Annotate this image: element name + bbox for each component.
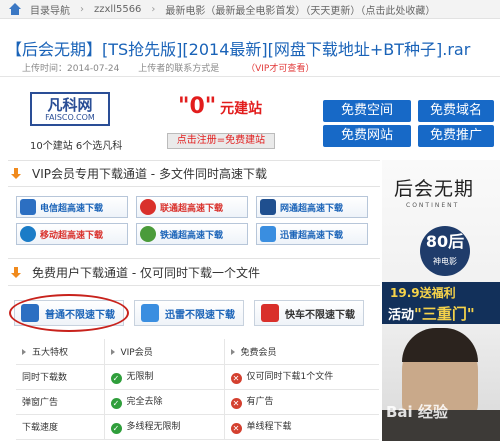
breadcrumb-item-nav[interactable]: 目录导航 — [30, 2, 70, 17]
privilege-table: 五大特权 VIP会员 免费会员 同时下载数 ✓ 无限制 ✕ 仅可同时下载1个文件 弹… — [16, 339, 379, 440]
zero-headline: "0" 元建站 — [178, 94, 262, 119]
cross-icon: ✕ — [230, 398, 242, 409]
poster-promo-line-2: 活动"三重门" — [388, 303, 475, 324]
divider — [0, 76, 500, 77]
mobile-download-button[interactable]: 移动超高速下载 — [16, 223, 128, 245]
netcom-icon — [260, 199, 276, 215]
button-label: 电信超高速下载 — [40, 203, 104, 214]
poster-title: 后会无期 — [394, 178, 475, 200]
movie-poster-ad[interactable]: 后会无期 CONTINENT 80后 神电影 19.9送福利 活动"三重门" — [382, 160, 500, 441]
breadcrumb-separator: › — [151, 3, 156, 15]
section-divider — [8, 285, 380, 286]
breadcrumb-item-user[interactable]: zzxll5566 — [94, 4, 141, 15]
table-header: 五大特权 — [16, 339, 104, 365]
vip-value: ✓ 多线程无限制 — [103, 414, 224, 440]
check-icon: ✓ — [110, 398, 122, 409]
check-icon: ✓ — [110, 423, 122, 434]
telecom-icon — [20, 199, 36, 215]
free-domain-button[interactable]: 免费域名 — [418, 100, 494, 122]
free-value: ✕ 仅可同时下载1个文件 — [223, 364, 379, 390]
zero-number: "0" — [178, 94, 217, 119]
railcom-icon — [140, 226, 156, 242]
telecom-download-button[interactable]: 电信超高速下载 — [16, 196, 128, 218]
free-space-button[interactable]: 免费空间 — [323, 100, 411, 122]
table-row: 同时下载数 ✓ 无限制 ✕ 仅可同时下载1个文件 — [16, 364, 379, 390]
home-icon[interactable] — [8, 3, 22, 15]
badge-text: 神电影 — [433, 257, 457, 266]
zero-text: 元建站 — [220, 101, 263, 117]
unicom-icon — [140, 199, 156, 215]
cross-icon: ✕ — [230, 423, 242, 434]
cross-icon: ✕ — [230, 373, 242, 384]
button-label: 铁通超高速下载 — [160, 230, 224, 241]
vip-channel-title: VIP会员专用下载通道 - 多文件同时高速下载 — [10, 165, 267, 182]
upload-time: 上传时间：2014-07-24 — [22, 64, 120, 74]
poster-promo-line: 19.9送福利 — [390, 286, 456, 300]
actor-hair — [402, 328, 478, 362]
section-divider — [8, 258, 380, 259]
button-label: 移动超高速下载 — [40, 230, 104, 241]
poster-badge: 80后 神电影 — [420, 226, 470, 276]
breadcrumb-separator: › — [80, 3, 84, 15]
section-divider — [8, 186, 380, 187]
vip-note[interactable]: （VIP才可查看） — [246, 64, 314, 74]
poster-subtitle: CONTINENT — [406, 202, 460, 209]
free-website-button[interactable]: 免费网站 — [323, 125, 411, 147]
breadcrumb-item-category[interactable]: 最新电影（最新最全电影首发）（天天更新）（点击此处收藏） — [165, 2, 435, 17]
thunder-free-download-button[interactable]: 迅雷不限速下载 — [134, 300, 244, 326]
poster-three-doors: "三重门" — [414, 305, 475, 323]
logo-big-text: 凡科网 — [47, 95, 93, 114]
button-label: 快车不限速下载 — [285, 309, 355, 321]
download-arrow-icon — [10, 167, 22, 180]
mobile-icon — [20, 226, 36, 242]
logo-small-text: FAISCO.COM — [45, 112, 95, 122]
uploader-contact: 上传者的联系方式是 — [138, 64, 220, 74]
highlight-circle — [9, 294, 129, 332]
table-row: 下载速度 ✓ 多线程无限制 ✕ 单线程下载 — [16, 414, 379, 440]
thunder-icon — [260, 226, 276, 242]
table-header: 免费会员 — [223, 339, 379, 365]
thunder-icon — [141, 304, 159, 322]
table-row: 弹窗广告 ✓ 完全去除 ✕ 有广告 — [16, 389, 379, 415]
button-label: 迅雷不限速下载 — [165, 309, 235, 321]
triangle-icon — [22, 348, 26, 355]
feature-name: 下载速度 — [16, 414, 104, 440]
flashget-icon — [261, 304, 279, 322]
button-label: 迅雷超高速下载 — [280, 230, 344, 241]
feature-name: 同时下载数 — [16, 364, 104, 390]
poster-activity: 活动 — [388, 308, 415, 323]
download-arrow-icon — [10, 266, 22, 279]
free-value: ✕ 有广告 — [223, 389, 379, 415]
vip-channel-title-text: VIP会员专用下载通道 - 多文件同时高速下载 — [32, 167, 267, 181]
page-title: 【后会无期】[TS抢先版][2014最新][网盘下载地址+BT种子].rar — [6, 40, 471, 59]
triangle-icon — [230, 348, 235, 355]
railcom-download-button[interactable]: 铁通超高速下载 — [136, 223, 248, 245]
free-channel-title: 免费用户下载通道 - 仅可同时下载一个文件 — [10, 264, 260, 281]
check-icon: ✓ — [110, 373, 122, 384]
register-button[interactable]: 点击注册=免费建站 — [167, 133, 275, 149]
upload-meta: 上传时间：2014-07-24 上传者的联系方式是 （VIP才可查看） — [22, 61, 314, 74]
button-label: 联通超高速下载 — [160, 203, 224, 214]
flashget-download-button[interactable]: 快车不限速下载 — [254, 300, 364, 326]
thunder-download-button[interactable]: 迅雷超高速下载 — [256, 223, 368, 245]
badge-number: 80后 — [425, 232, 465, 251]
vip-value: ✓ 完全去除 — [103, 389, 224, 415]
section-divider — [8, 160, 380, 161]
vip-value: ✓ 无限制 — [103, 364, 224, 390]
triangle-icon — [110, 348, 115, 355]
logo-subtitle: 10个建站 6个选凡科 — [30, 141, 123, 152]
button-label: 网通超高速下载 — [280, 203, 344, 214]
netcom-download-button[interactable]: 网通超高速下载 — [256, 196, 368, 218]
fanke-logo[interactable]: 凡科网 FAISCO.COM — [30, 92, 110, 126]
free-value: ✕ 单线程下载 — [223, 414, 379, 440]
ad-banner[interactable]: 凡科网 FAISCO.COM 10个建站 6个选凡科 "0" 元建站 点击注册=… — [0, 80, 500, 158]
breadcrumb: 目录导航 › zzxll5566 › 最新电影（最新最全电影首发）（天天更新）（… — [0, 0, 500, 19]
free-channel-title-text: 免费用户下载通道 - 仅可同时下载一个文件 — [32, 266, 260, 280]
table-header: VIP会员 — [103, 339, 224, 365]
baidu-jingyan-watermark: Bai 经验 — [386, 403, 448, 421]
unicom-download-button[interactable]: 联通超高速下载 — [136, 196, 248, 218]
free-promotion-button[interactable]: 免费推广 — [418, 125, 494, 147]
feature-name: 弹窗广告 — [16, 389, 104, 415]
table-header-row: 五大特权 VIP会员 免费会员 — [16, 339, 379, 365]
